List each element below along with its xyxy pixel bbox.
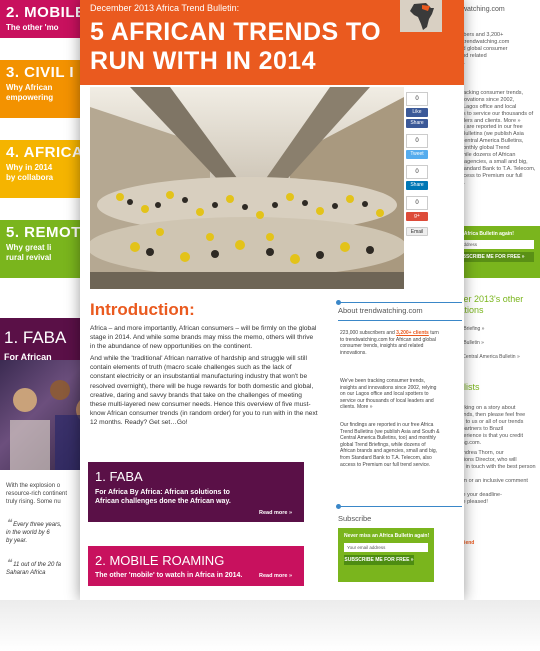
about-text: 223,000 subscribers and bbox=[340, 330, 397, 336]
clients-link[interactable]: 3,200+ clients bbox=[396, 330, 429, 336]
linkedin-count: 0 bbox=[406, 165, 428, 179]
page-title: 5 AFRICAN TRENDS TO RUN WITH IN 2014 bbox=[90, 18, 381, 75]
trend-card-title: 1. FABA bbox=[95, 469, 143, 484]
bulletin-label: December 2013 Africa Trend Bulletin: bbox=[90, 3, 240, 13]
about-paragraph-2: We've been tracking consumer trends, ins… bbox=[340, 378, 437, 411]
facebook-count: 0 bbox=[406, 92, 428, 106]
gplus-share: 0 g+ bbox=[406, 196, 428, 221]
intro-paragraph-1: Africa – and more importantly, African c… bbox=[90, 325, 317, 351]
subscribe-box: Never miss an Africa Bulletin again! You… bbox=[338, 528, 434, 582]
twitter-share: 0 Tweet bbox=[406, 134, 428, 159]
bottom-shadow bbox=[0, 600, 540, 651]
hero-photo-crowd bbox=[90, 87, 404, 289]
twitter-count: 0 bbox=[406, 134, 428, 148]
intro-heading: Introduction: bbox=[90, 300, 195, 319]
email-share: Email bbox=[406, 227, 428, 236]
divider-dot-icon bbox=[336, 504, 341, 509]
quote-icon: ❝ bbox=[6, 518, 12, 529]
left-quote-1-text: Every three years, in the world by 6 by … bbox=[6, 522, 62, 544]
divider-dot-icon bbox=[336, 300, 341, 305]
subscribe-button[interactable]: SUBSCRIBE ME FOR FREE » bbox=[344, 555, 414, 565]
share-toolbar: 0 Like Share 0 Tweet 0 Share 0 g+ Email bbox=[406, 92, 430, 242]
intro-paragraph-2: And while the 'traditional' African narr… bbox=[90, 355, 318, 427]
sidebar-divider bbox=[336, 504, 462, 509]
sidebar-divider bbox=[336, 300, 462, 305]
facebook-share-button[interactable]: Share bbox=[406, 119, 428, 128]
linkedin-share: 0 Share bbox=[406, 165, 428, 190]
subscribe-heading: Subscribe bbox=[338, 514, 372, 523]
trend-card-mobile-roaming[interactable]: 2. MOBILE ROAMING The other 'mobile' to … bbox=[88, 546, 304, 586]
email-button[interactable]: Email bbox=[406, 227, 428, 236]
main-bulletin-page: December 2013 Africa Trend Bulletin: 5 A… bbox=[80, 0, 464, 600]
about-paragraph-1: 223,000 subscribers and 3,200+ clients t… bbox=[340, 330, 440, 356]
gplus-count: 0 bbox=[406, 196, 428, 210]
read-more-link[interactable]: Read more » bbox=[259, 510, 292, 516]
trend-card-faba[interactable]: 1. FABA For Africa By Africa: African so… bbox=[88, 462, 304, 522]
sidebar-divider bbox=[338, 320, 462, 321]
left-quote-2-text: 11 out of the 20 fa Saharan Africa bbox=[6, 562, 61, 576]
about-heading: About trendwatching.com bbox=[338, 306, 423, 315]
email-input[interactable]: Your email address bbox=[344, 543, 428, 552]
hero-header: December 2013 Africa Trend Bulletin: 5 A… bbox=[80, 0, 464, 85]
trend-card-subtitle: For Africa By Africa: African solutions … bbox=[95, 489, 231, 505]
facebook-share: 0 Like Share bbox=[406, 92, 428, 128]
gplus-button[interactable]: g+ bbox=[406, 212, 428, 221]
africa-map-icon bbox=[400, 0, 442, 32]
subscribe-box-header: Never miss an Africa Bulletin again! bbox=[344, 533, 430, 539]
trend-card-title: 2. MOBILE ROAMING bbox=[95, 553, 225, 568]
read-more-link[interactable]: Read more » bbox=[259, 573, 292, 579]
trend-card-subtitle: The other 'mobile' to watch in Africa in… bbox=[95, 572, 243, 579]
about-paragraph-3: Our findings are reported in our free Af… bbox=[340, 422, 440, 468]
linkedin-share-button[interactable]: Share bbox=[406, 181, 428, 190]
facebook-like-button[interactable]: Like bbox=[406, 108, 428, 117]
quote-icon: ❝ bbox=[6, 558, 12, 569]
tweet-button[interactable]: Tweet bbox=[406, 150, 428, 159]
